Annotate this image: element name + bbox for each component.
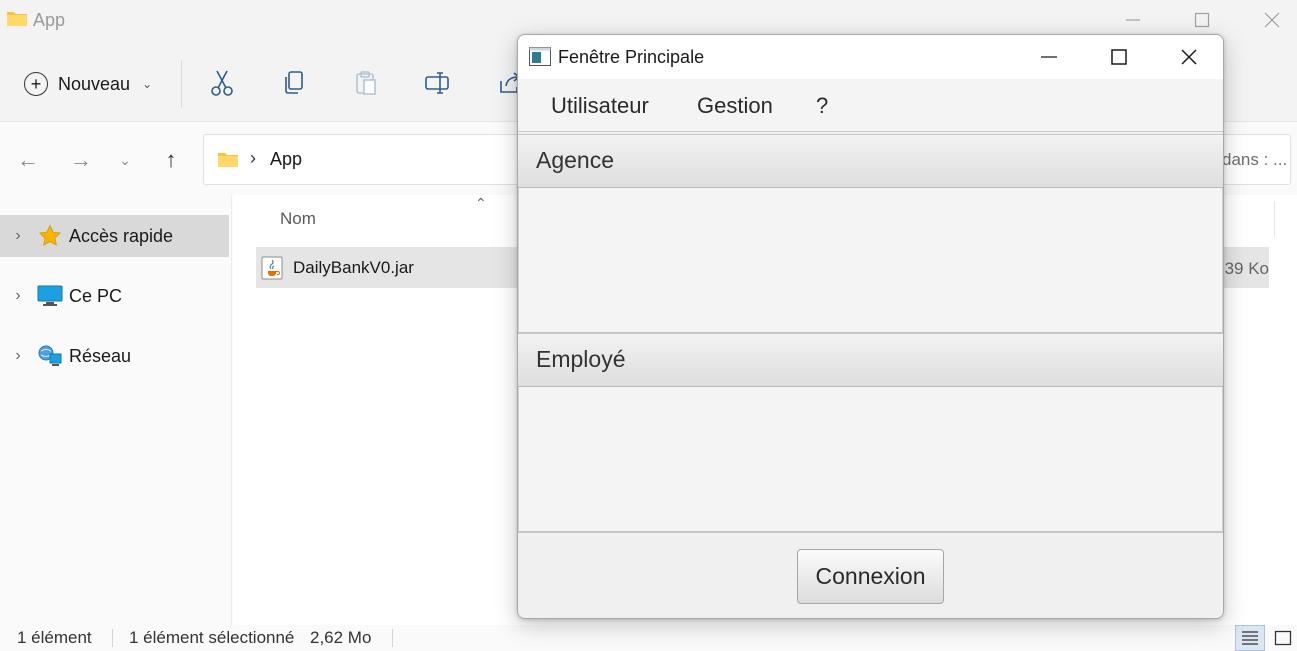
employe-panel-title: Employé — [536, 346, 626, 372]
column-header-name[interactable]: Nom — [280, 209, 316, 229]
details-view-icon[interactable] — [1235, 625, 1265, 651]
connexion-button[interactable]: Connexion — [797, 549, 944, 604]
sort-ascending-icon: ⌃ — [475, 195, 487, 211]
file-size: 39 Ko — [1224, 259, 1269, 278]
nav-item-label: Accès rapide — [69, 225, 174, 246]
forward-arrow-icon[interactable]: → — [66, 147, 96, 173]
main-dialog-window: Fenêtre Principale Utilisateur Gestion ?… — [517, 34, 1224, 619]
status-item-count: 1 élément — [17, 628, 92, 647]
column-divider — [1274, 201, 1275, 237]
employe-panel-content — [518, 387, 1223, 532]
nav-item-label: Ce PC — [69, 285, 123, 306]
nav-item-quick-access[interactable]: › Accès rapide — [0, 215, 229, 257]
nav-item-label: Réseau — [69, 345, 132, 366]
large-icons-view-icon[interactable] — [1268, 625, 1297, 651]
dialog-close-button[interactable] — [1167, 41, 1211, 73]
java-app-icon — [529, 47, 551, 66]
breadcrumb-separator-icon: › — [250, 148, 256, 168]
new-button-label: Nouveau — [58, 73, 131, 94]
status-divider — [112, 629, 113, 647]
explorer-close-button[interactable] — [1254, 6, 1290, 34]
folder-icon — [6, 9, 28, 27]
plus-icon: + — [24, 72, 48, 96]
explorer-maximize-button[interactable] — [1184, 6, 1220, 34]
explorer-title: App — [33, 10, 66, 30]
chevron-right-icon[interactable]: › — [0, 227, 36, 245]
rename-icon[interactable] — [424, 68, 452, 98]
dialog-minimize-button[interactable] — [1027, 41, 1071, 73]
recent-locations-chevron-icon[interactable]: ⌄ — [110, 147, 140, 173]
java-jar-icon — [261, 256, 283, 280]
toolbar-divider — [181, 60, 182, 108]
agence-panel-content — [518, 188, 1223, 333]
folder-icon — [217, 150, 239, 168]
dialog-maximize-button[interactable] — [1097, 41, 1141, 73]
status-selection-size: 2,62 Mo — [310, 628, 372, 647]
new-button[interactable]: + Nouveau ⌄ — [24, 67, 152, 101]
copy-icon[interactable] — [280, 68, 308, 98]
chevron-down-icon: ⌄ — [142, 77, 153, 91]
explorer-minimize-button[interactable] — [1115, 6, 1151, 34]
nav-item-network[interactable]: › Réseau — [0, 335, 229, 377]
status-selection: 1 élément sélectionné — [129, 628, 295, 647]
status-divider — [392, 629, 393, 647]
dialog-footer: Connexion — [518, 532, 1223, 618]
breadcrumb-app[interactable]: App — [270, 149, 302, 170]
dialog-titlebar: Fenêtre Principale — [518, 35, 1223, 79]
dialog-menu-bar: Utilisateur Gestion ? — [518, 79, 1223, 132]
paste-icon — [352, 68, 380, 98]
navigation-pane: › Accès rapide › Ce PC › Réseau — [0, 195, 232, 625]
chevron-right-icon[interactable]: › — [0, 287, 36, 305]
network-icon — [36, 344, 64, 368]
file-name: DailyBankV0.jar — [293, 258, 414, 277]
star-icon — [36, 224, 64, 248]
search-box-placeholder[interactable]: dans : ... — [1222, 150, 1287, 170]
dialog-title: Fenêtre Principale — [558, 47, 705, 67]
cut-icon[interactable] — [208, 68, 236, 98]
employe-panel-header[interactable]: Employé — [518, 333, 1223, 387]
nav-item-this-pc[interactable]: › Ce PC — [0, 275, 229, 317]
agence-panel-title: Agence — [536, 147, 615, 173]
agence-panel-header[interactable]: Agence — [518, 134, 1223, 188]
up-arrow-icon[interactable]: ↑ — [156, 147, 186, 173]
menu-utilisateur[interactable]: Utilisateur — [551, 93, 649, 119]
chevron-right-icon[interactable]: › — [0, 347, 36, 365]
menu-gestion[interactable]: Gestion — [697, 93, 773, 119]
back-arrow-icon[interactable]: ← — [13, 147, 43, 173]
computer-icon — [36, 284, 64, 308]
menu-help[interactable]: ? — [816, 93, 828, 119]
status-bar: 1 élément 1 élément sélectionné 2,62 Mo — [0, 625, 1297, 651]
